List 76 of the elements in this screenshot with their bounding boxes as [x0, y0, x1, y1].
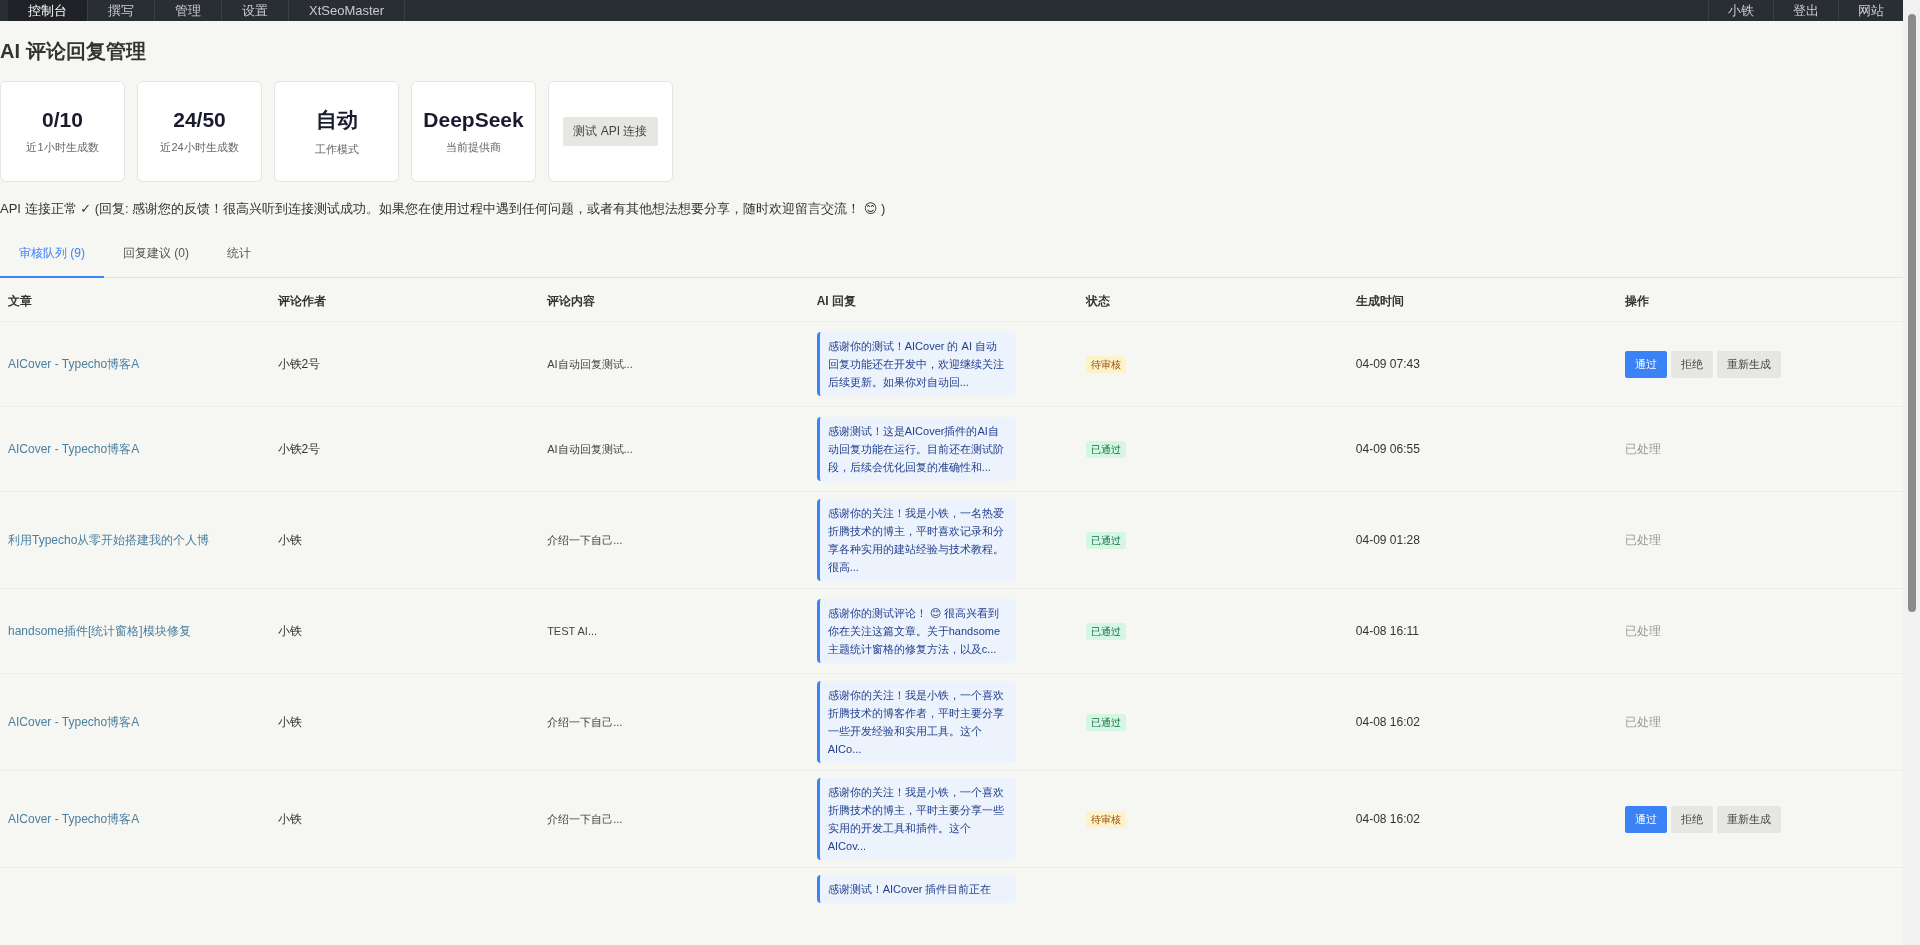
ai-reply-bubble: 感谢你的关注！我是小铁，一名热爱折腾技术的博主，平时喜欢记录和分享各种实用的建站经验与技术教程。很高... [816, 499, 1016, 581]
status-badge: 已通过 [1086, 713, 1127, 731]
approve-button[interactable]: 通过 [1625, 805, 1668, 833]
article-link[interactable]: 利用Typecho从零开始搭建我的个人博 [8, 531, 210, 549]
ai-reply-bubble: 感谢你的关注！我是小铁，一个喜欢折腾技术的博客作者，平时主要分享一些开发经验和实用工具。这个AICo... [816, 681, 1016, 763]
nav-tab[interactable]: XtSeoMaster [289, 0, 406, 21]
tab[interactable]: 回复建议 (0) [104, 233, 208, 278]
comment-author: 小铁2号 [277, 440, 321, 458]
approve-button[interactable]: 通过 [1625, 350, 1668, 378]
scrollbar[interactable] [1903, 0, 1920, 945]
comment-excerpt: 介绍一下自己... [547, 714, 623, 730]
article-link[interactable]: AICover - Typecho博客A [8, 440, 140, 458]
comment-excerpt: AI自动回复测试... [547, 356, 633, 372]
reject-button[interactable]: 拒绝 [1671, 805, 1714, 833]
article-link[interactable]: AICover - Typecho博客A [8, 355, 140, 373]
comment-excerpt: TEST AI... [547, 625, 598, 637]
nav-tab[interactable]: 设置 [222, 0, 289, 21]
ai-reply-bubble: 感谢你的测试！AICover 的 AI 自动回复功能还在开发中，欢迎继续关注后续更新。如果你对自动回... [816, 332, 1016, 396]
status-badge: 已通过 [1086, 531, 1127, 549]
stat-value: 0/10 [42, 108, 83, 132]
processed-label: 已处理 [1625, 623, 1662, 638]
nav-tab[interactable]: 控制台 [8, 0, 88, 21]
article-link[interactable]: handsome插件[统计窗格]模块修复 [8, 622, 191, 640]
generated-time: 04-08 16:11 [1355, 624, 1419, 638]
stat-value: DeepSeek [423, 108, 524, 132]
comment-author: 小铁2号 [277, 355, 321, 373]
nav-link[interactable]: 小铁 [1708, 0, 1773, 21]
column-header: 评论作者 [277, 292, 326, 310]
test-api-button[interactable]: 测试 API 连接 [563, 117, 658, 146]
column-header: 生成时间 [1355, 292, 1404, 310]
status-badge: 待审核 [1086, 810, 1127, 828]
column-header: AI 回复 [816, 292, 857, 310]
column-header: 操作 [1625, 292, 1650, 310]
nav-link[interactable]: 登出 [1773, 0, 1838, 21]
comment-excerpt: AI自动回复测试... [547, 441, 633, 457]
generated-time: 04-08 16:02 [1355, 812, 1420, 826]
comment-author: 小铁 [277, 810, 302, 828]
regenerate-button[interactable]: 重新生成 [1717, 805, 1782, 833]
comment-excerpt: 介绍一下自己... [547, 532, 623, 548]
processed-label: 已处理 [1625, 532, 1662, 547]
ai-reply-bubble: 感谢测试！这是AICover插件的AI自动回复功能在运行。目前还在测试阶段，后续会优化回复的准确性和... [816, 417, 1016, 481]
column-header: 状态 [1086, 292, 1111, 310]
article-link[interactable]: AICover - Typecho博客A [8, 713, 140, 731]
stat-label: 当前提供商 [446, 140, 501, 155]
comment-author: 小铁 [277, 713, 302, 731]
comment-author: 小铁 [277, 622, 302, 640]
tab[interactable]: 统计 [208, 233, 270, 278]
page-title: AI 评论回复管理 [0, 39, 147, 64]
ai-reply-bubble: 感谢你的关注！我是小铁，一个喜欢折腾技术的博主，平时主要分享一些实用的开发工具和插件。这个AICov... [816, 778, 1016, 860]
stat-label: 近1小时生成数 [26, 140, 99, 155]
comment-excerpt: 介绍一下自己... [547, 811, 623, 827]
nav-tab[interactable]: 管理 [155, 0, 222, 21]
stat-value: 24/50 [173, 108, 226, 132]
generated-time: 04-09 01:28 [1355, 533, 1420, 547]
tab[interactable]: 审核队列 (9) [0, 233, 104, 278]
stat-label: 工作模式 [314, 142, 359, 157]
status-badge: 已通过 [1086, 440, 1127, 458]
article-link[interactable]: AICover - Typecho博客A [8, 810, 140, 828]
processed-label: 已处理 [1625, 714, 1662, 729]
generated-time: 04-09 06:55 [1355, 442, 1420, 456]
api-status-message: API 连接正常 ✓ (回复: 感谢您的反馈！很高兴听到连接测试成功。如果您在使用过程中遇到任何问题，或者有其他想法想要分享，随时欢迎留言交流！ 😊 ) [0, 200, 887, 218]
processed-label: 已处理 [1625, 441, 1662, 456]
generated-time: 04-08 16:02 [1355, 715, 1420, 729]
reject-button[interactable]: 拒绝 [1671, 350, 1714, 378]
nav-tab[interactable]: 撰写 [88, 0, 155, 21]
generated-time: 04-09 07:43 [1355, 357, 1420, 371]
column-header: 文章 [8, 292, 32, 310]
column-header: 评论内容 [547, 292, 596, 310]
comment-author: 小铁 [277, 531, 302, 549]
status-badge: 已通过 [1086, 622, 1127, 640]
regenerate-button[interactable]: 重新生成 [1717, 350, 1782, 378]
stat-value: 自动 [315, 107, 358, 133]
stat-label: 近24小时生成数 [160, 140, 239, 155]
ai-reply-bubble: 感谢测试！AICover 插件目前正在 [816, 875, 1016, 903]
ai-reply-bubble: 感谢你的测试评论！ 😊 很高兴看到你在关注这篇文章。关于handsome主题统计窗格的修复方法，以及c... [816, 599, 1016, 663]
status-badge: 待审核 [1086, 355, 1127, 373]
